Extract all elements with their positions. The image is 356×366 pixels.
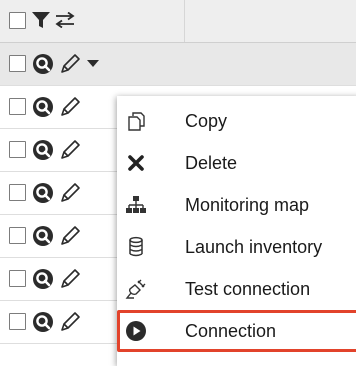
pencil-icon[interactable] (58, 310, 82, 334)
row-checkbox[interactable] (9, 313, 26, 330)
menu-item-delete[interactable]: Delete (117, 142, 356, 184)
sitemap-icon (125, 194, 147, 216)
action-menu-icon[interactable] (32, 53, 54, 75)
plug-icon (125, 278, 147, 300)
filter-icon[interactable] (31, 10, 51, 30)
row-checkbox[interactable] (9, 55, 26, 72)
delete-icon (125, 152, 147, 174)
swap-icon[interactable] (54, 12, 76, 28)
menu-item-label: Connection (185, 321, 277, 341)
play-circle-icon (125, 320, 147, 342)
row-checkbox[interactable] (9, 184, 26, 201)
table-row (0, 43, 356, 86)
chevron-down-icon[interactable] (87, 60, 99, 68)
menu-item-label: Test connection (185, 279, 311, 299)
action-menu-icon[interactable] (32, 268, 54, 290)
menu-item-label: Launch inventory (185, 237, 323, 257)
row-checkbox[interactable] (9, 141, 26, 158)
pencil-icon[interactable] (58, 267, 82, 291)
action-menu-icon[interactable] (32, 225, 54, 247)
menu-item-connection[interactable]: Connection (117, 310, 356, 352)
action-menu-icon[interactable] (32, 311, 54, 333)
pencil-icon[interactable] (58, 138, 82, 162)
action-menu-icon[interactable] (32, 139, 54, 161)
menu-item-label: Copy (185, 111, 228, 131)
menu-item-launch-inventory[interactable]: Launch inventory (117, 226, 356, 268)
database-icon (125, 236, 147, 258)
pencil-icon[interactable] (58, 181, 82, 205)
row-checkbox[interactable] (9, 270, 26, 287)
copy-icon (125, 110, 147, 132)
menu-item-label: Monitoring map (185, 195, 310, 215)
menu-item-copy[interactable]: Copy (117, 100, 356, 142)
row-checkbox[interactable] (9, 98, 26, 115)
action-menu-icon[interactable] (32, 182, 54, 204)
row-checkbox[interactable] (9, 227, 26, 244)
pencil-icon[interactable] (58, 52, 82, 76)
menu-item-label: Delete (185, 153, 238, 173)
column-divider (184, 0, 185, 42)
pencil-icon[interactable] (58, 95, 82, 119)
menu-item-monitoring-map[interactable]: Monitoring map (117, 184, 356, 226)
grid-header (0, 0, 356, 43)
row-action-menu: Copy Delete Monitoring map Launch invent… (117, 96, 356, 366)
menu-item-test-connection[interactable]: Test connection (117, 268, 356, 310)
action-menu-icon[interactable] (32, 96, 54, 118)
select-all-checkbox[interactable] (9, 12, 26, 29)
pencil-icon[interactable] (58, 224, 82, 248)
